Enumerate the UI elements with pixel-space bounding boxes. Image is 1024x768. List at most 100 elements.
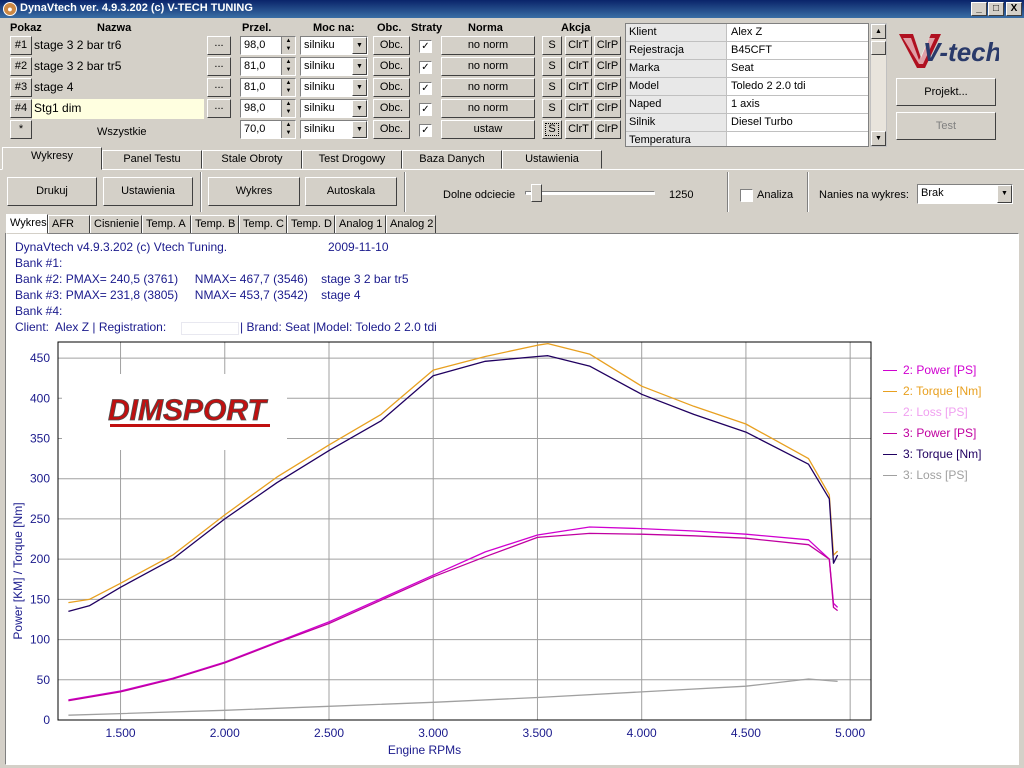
run-number-button[interactable]: #1 [10,36,32,55]
run-obc-button[interactable]: Obc. [373,57,410,76]
wykres-button[interactable]: Wykres [208,177,300,206]
tab-panel-testu[interactable]: Panel Testu [102,150,202,169]
run-clrp-button[interactable]: ClrP [594,36,621,55]
info-value[interactable]: 1 axis [728,96,868,113]
info-row[interactable]: Naped 1 axis [626,96,868,114]
tab-test-drogowy[interactable]: Test Drogowy [302,150,402,169]
info-row[interactable]: Silnik Diesel Turbo [626,114,868,132]
all-clrp-button[interactable]: ClrP [594,120,621,139]
run-name-field[interactable]: stage 4 [32,78,204,98]
info-value[interactable]: Alex Z [728,24,868,41]
run-obc-button[interactable]: Obc. [373,78,410,97]
run-przel-spinner[interactable]: 81,0 ▲ ▼ [240,78,296,97]
run-moc-combo[interactable]: silniku ▼ [300,99,368,118]
all-przel-spinner[interactable]: 70,0 ▲ ▼ [240,120,296,139]
minimize-button[interactable]: _ [971,2,987,16]
run-browse-button[interactable]: ... [207,36,231,55]
run-moc-combo[interactable]: silniku ▼ [300,57,368,76]
run-przel-spinner[interactable]: 98,0 ▲ ▼ [240,99,296,118]
info-row[interactable]: Klient Alex Z [626,24,868,42]
subtab-temp-b[interactable]: Temp. B [191,215,239,234]
info-value[interactable]: Toledo 2 2.0 tdi [728,78,868,95]
scroll-thumb[interactable] [871,41,886,55]
run-straty-checkbox[interactable]: ✓ [419,40,432,53]
run-browse-button[interactable]: ... [207,78,231,97]
run-clrp-button[interactable]: ClrP [594,99,621,118]
run-name-field[interactable]: stage 3 2 bar tr5 [32,57,204,77]
run-number-button[interactable]: #4 [10,99,32,118]
info-row[interactable]: Rejestracja B45CFT [626,42,868,60]
run-number-button[interactable]: #2 [10,57,32,76]
info-value[interactable]: Diesel Turbo [728,114,868,131]
analiza-checkbox[interactable] [740,189,753,202]
run-browse-button[interactable]: ... [207,57,231,76]
projekt-button[interactable]: Projekt... [896,78,996,106]
spinner-arrows[interactable]: ▲ ▼ [281,58,295,75]
run-s-button[interactable]: S [542,57,562,76]
maximize-button[interactable]: □ [988,2,1004,16]
drukuj-button[interactable]: Drukuj [7,177,97,206]
run-s-button[interactable]: S [542,78,562,97]
chevron-down-icon[interactable]: ▼ [352,37,367,54]
spinner-arrows[interactable]: ▲ ▼ [281,79,295,96]
test-button[interactable]: Test [896,112,996,140]
slider-thumb[interactable] [531,184,542,202]
run-straty-checkbox[interactable]: ✓ [419,82,432,95]
run-moc-combo[interactable]: silniku ▼ [300,78,368,97]
run-number-button[interactable]: #3 [10,78,32,97]
run-clrp-button[interactable]: ClrP [594,78,621,97]
info-row[interactable]: Marka Seat [626,60,868,78]
run-browse-button[interactable]: ... [207,99,231,118]
info-row[interactable]: Model Toledo 2 2.0 tdi [626,78,868,96]
subtab-analog-1[interactable]: Analog 1 [335,215,386,234]
all-norma-button[interactable]: ustaw [441,120,535,139]
info-scrollbar[interactable]: ▲ ▼ [870,23,887,147]
spinner-arrows[interactable]: ▲ ▼ [281,37,295,54]
info-value[interactable]: Seat [728,60,868,77]
tab-baza-danych[interactable]: Baza Danych [402,150,502,169]
tab-stale-obroty[interactable]: Stale Obroty [202,150,302,169]
ustawienia-button[interactable]: Ustawienia [103,177,193,206]
scroll-down-icon[interactable]: ▼ [871,131,886,146]
tab-wykresy[interactable]: Wykresy [2,147,102,170]
subtab-temp-c[interactable]: Temp. C [239,215,287,234]
run-straty-checkbox[interactable]: ✓ [419,103,432,116]
run-name-field[interactable]: stage 3 2 bar tr6 [32,36,204,56]
dolne-slider[interactable] [525,184,655,202]
chevron-down-icon[interactable]: ▼ [352,79,367,96]
all-moc-combo[interactable]: silniku ▼ [300,120,368,139]
run-norma-button[interactable]: no norm [441,36,535,55]
all-row-button[interactable]: * [10,120,32,139]
all-straty-checkbox[interactable]: ✓ [419,124,432,137]
scroll-up-icon[interactable]: ▲ [871,24,886,39]
spinner-arrows[interactable]: ▲ ▼ [281,121,295,138]
nanies-combo[interactable]: Brak ▼ [917,184,1013,204]
close-button[interactable]: X [1006,2,1022,16]
info-value[interactable]: B45CFT [728,42,868,59]
run-s-button[interactable]: S [542,36,562,55]
run-clrt-button[interactable]: ClrT [565,99,592,118]
subtab-temp-d[interactable]: Temp. D [287,215,335,234]
subtab-analog-2[interactable]: Analog 2 [386,215,436,234]
spinner-arrows[interactable]: ▲ ▼ [281,100,295,117]
run-przel-spinner[interactable]: 81,0 ▲ ▼ [240,57,296,76]
chevron-down-icon[interactable]: ▼ [997,185,1012,203]
subtab-cisnienie[interactable]: Cisnienie [90,215,142,234]
info-row[interactable]: Temperatura [626,132,868,146]
run-clrt-button[interactable]: ClrT [565,36,592,55]
subtab-wykres[interactable]: Wykres [6,214,48,234]
subtab-temp-a[interactable]: Temp. A [142,215,191,234]
chevron-down-icon[interactable]: ▼ [352,58,367,75]
run-name-field[interactable]: Stg1 dim [32,99,204,119]
subtab-afr[interactable]: AFR [48,215,90,234]
run-przel-spinner[interactable]: 98,0 ▲ ▼ [240,36,296,55]
run-straty-checkbox[interactable]: ✓ [419,61,432,74]
run-norma-button[interactable]: no norm [441,78,535,97]
run-norma-button[interactable]: no norm [441,99,535,118]
all-s-button[interactable]: S [542,120,562,139]
run-norma-button[interactable]: no norm [441,57,535,76]
run-clrt-button[interactable]: ClrT [565,78,592,97]
run-moc-combo[interactable]: silniku ▼ [300,36,368,55]
run-obc-button[interactable]: Obc. [373,36,410,55]
autoskala-button[interactable]: Autoskala [305,177,397,206]
